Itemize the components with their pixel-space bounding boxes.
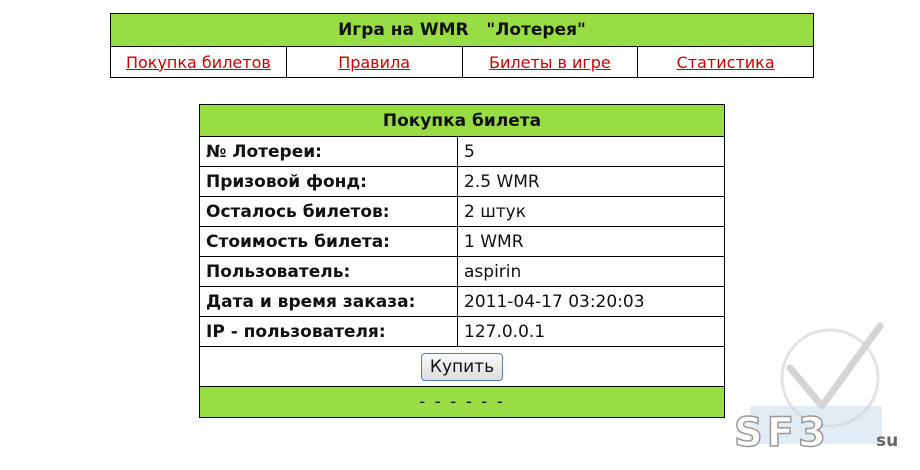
user-value: aspirin: [457, 256, 725, 287]
purchase-footer: - - - - - -: [199, 386, 725, 418]
lottery-number-value: 5: [457, 136, 725, 167]
prize-fund-value: 2.5 WMR: [457, 166, 725, 197]
table-row: IP - пользователя: 127.0.0.1: [199, 316, 725, 347]
user-ip-label: IP - пользователя:: [199, 316, 458, 347]
ticket-price-value: 1 WMR: [457, 226, 725, 257]
table-row: № Лотереи: 5: [199, 136, 725, 167]
page-title: Игра на WMR "Лотерея": [110, 13, 814, 47]
sf3-watermark-logo: SF3 su: [733, 322, 898, 457]
nav-tickets-in-game-link[interactable]: Билеты в игре: [489, 53, 611, 72]
table-row: Стоимость билета: 1 WMR: [199, 226, 725, 257]
tickets-left-label: Осталось билетов:: [199, 196, 458, 227]
prize-fund-label: Призовой фонд:: [199, 166, 458, 197]
buy-button[interactable]: Купить: [420, 352, 504, 381]
lottery-nav-table: Игра на WMR "Лотерея" Покупка билетов Пр…: [110, 13, 814, 78]
order-datetime-label: Дата и время заказа:: [199, 286, 458, 317]
user-label: Пользователь:: [199, 256, 458, 287]
lottery-number-label: № Лотереи:: [199, 136, 458, 167]
table-row: Осталось билетов: 2 штук: [199, 196, 725, 227]
tickets-left-value: 2 штук: [457, 196, 725, 227]
table-row: Призовой фонд: 2.5 WMR: [199, 166, 725, 197]
watermark-suffix: su: [876, 431, 898, 451]
table-row: Пользователь: aspirin: [199, 256, 725, 287]
watermark-text: SF3: [734, 410, 830, 456]
user-ip-value: 127.0.0.1: [457, 316, 725, 347]
nav-statistics-link[interactable]: Статистика: [677, 53, 775, 72]
ticket-price-label: Стоимость билета:: [199, 226, 458, 257]
nav-rules-link[interactable]: Правила: [338, 53, 410, 72]
ticket-purchase-table: Покупка билета № Лотереи: 5 Призовой фон…: [199, 104, 725, 418]
table-row: Дата и время заказа: 2011-04-17 03:20:03: [199, 286, 725, 317]
purchase-title: Покупка билета: [199, 104, 725, 137]
nav-buy-tickets-link[interactable]: Покупка билетов: [126, 53, 271, 72]
order-datetime-value: 2011-04-17 03:20:03: [457, 286, 725, 317]
